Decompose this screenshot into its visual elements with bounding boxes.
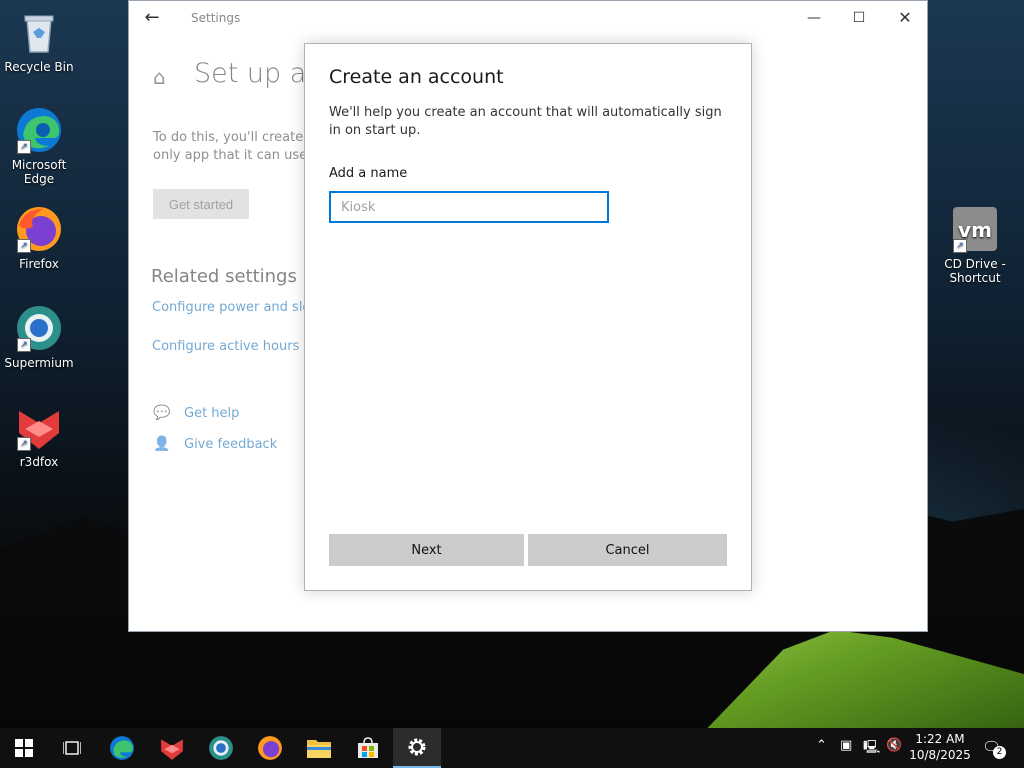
page-description: To do this, you'll create o only app tha… [153,129,316,165]
home-icon[interactable]: ⌂ [153,65,166,89]
get-help-link[interactable]: Get help [184,406,239,421]
next-button[interactable]: Next [329,534,524,566]
create-account-dialog: Create an account We'll help you create … [304,43,752,591]
dialog-title: Create an account [329,66,504,88]
shortcut-arrow-icon: ↗ [17,140,31,154]
chevron-up-icon[interactable]: ⌃ [816,738,827,753]
shortcut-arrow-icon: ↗ [17,338,31,352]
store-icon [358,737,378,758]
close-icon[interactable]: ✕ [890,7,920,29]
desktop-icon-firefox[interactable]: ↗ Firefox [1,205,77,271]
network-icon[interactable]: 🖳 [863,738,880,760]
shortcut-arrow-icon: ↗ [953,239,967,253]
desktop-icon-label: r3dfox [19,455,59,469]
minimize-icon[interactable]: — [799,7,829,29]
clock-date: 10/8/2025 [909,748,971,762]
back-arrow-icon[interactable]: ← [141,7,163,29]
edge-icon [110,736,134,760]
notification-count-badge: 2 [993,746,1006,759]
taskbar-supermium[interactable] [197,728,245,768]
folder-icon [307,740,331,758]
shortcut-arrow-icon: ↗ [17,437,31,451]
desktop-icon-supermium[interactable]: ↗ Supermium [1,304,77,370]
page-description-line: only app that it can use ( [153,148,317,163]
give-feedback-link[interactable]: Give feedback [184,437,277,452]
meet-now-icon[interactable]: ▣ [840,738,852,753]
dialog-description: We'll help you create an account that wi… [329,105,722,138]
taskbar-firefox[interactable] [246,728,294,768]
volume-muted-icon[interactable]: 🔇 [886,738,902,753]
name-label: Add a name [329,166,408,181]
clock-time: 1:22 AM [915,732,965,746]
task-view-button[interactable] [48,728,96,768]
r3dfox-icon [161,739,183,760]
page-description-line: To do this, you'll create o [153,130,316,145]
get-help-icon: 💬 [153,405,171,421]
configure-active-hours-link[interactable]: Configure active hours [152,339,299,354]
desktop-icon-label: Supermium [4,356,74,370]
firefox-icon: ↗ [15,205,63,253]
desktop-icon-cd-drive[interactable]: vm ↗ CD Drive - Shortcut [937,205,1013,285]
cancel-button[interactable]: Cancel [528,534,727,566]
task-view-icon [63,741,81,755]
related-settings-heading: Related settings [151,266,297,287]
windows-logo-icon [15,739,33,757]
window-title: Settings [191,11,241,25]
shortcut-arrow-icon: ↗ [17,239,31,253]
taskbar: ⌃ ▣ 🖳 🔇 1:22 AM 10/8/2025 🗨 2 [0,728,1024,768]
start-button[interactable] [0,728,48,768]
account-name-input[interactable] [329,191,609,223]
get-started-button[interactable]: Get started [153,189,249,219]
maximize-icon[interactable]: ☐ [844,7,874,29]
supermium-icon: ↗ [15,304,63,352]
configure-power-link[interactable]: Configure power and sle [152,300,310,315]
taskbar-store[interactable] [344,728,392,768]
desktop-icon-label: Microsoft Edge [11,158,67,186]
desktop-icon-label: Recycle Bin [4,60,74,74]
desktop-icon-r3dfox[interactable]: ↗ r3dfox [1,403,77,469]
supermium-icon [209,736,233,760]
desktop-icon-edge[interactable]: ↗ Microsoft Edge [1,106,77,186]
vmware-cd-icon: vm ↗ [951,205,999,253]
taskbar-clock[interactable]: 1:22 AM 10/8/2025 [908,731,972,763]
desktop-icon-label: Firefox [19,257,59,271]
window-titlebar[interactable]: ← Settings — ☐ ✕ [129,1,927,35]
recycle-bin-icon [15,8,63,56]
taskbar-file-explorer[interactable] [295,728,343,768]
firefox-icon [258,736,282,760]
gear-icon [408,738,426,756]
edge-icon: ↗ [15,106,63,154]
taskbar-edge[interactable] [98,728,146,768]
feedback-icon: 👤 [153,436,171,452]
r3dfox-icon: ↗ [15,403,63,451]
desktop-icon-recycle-bin[interactable]: Recycle Bin [1,8,77,74]
action-center-button[interactable]: 🗨 2 [982,738,1006,759]
taskbar-r3dfox[interactable] [148,728,196,768]
desktop-icon-label: CD Drive - Shortcut [944,257,1006,285]
taskbar-settings[interactable] [393,728,441,768]
